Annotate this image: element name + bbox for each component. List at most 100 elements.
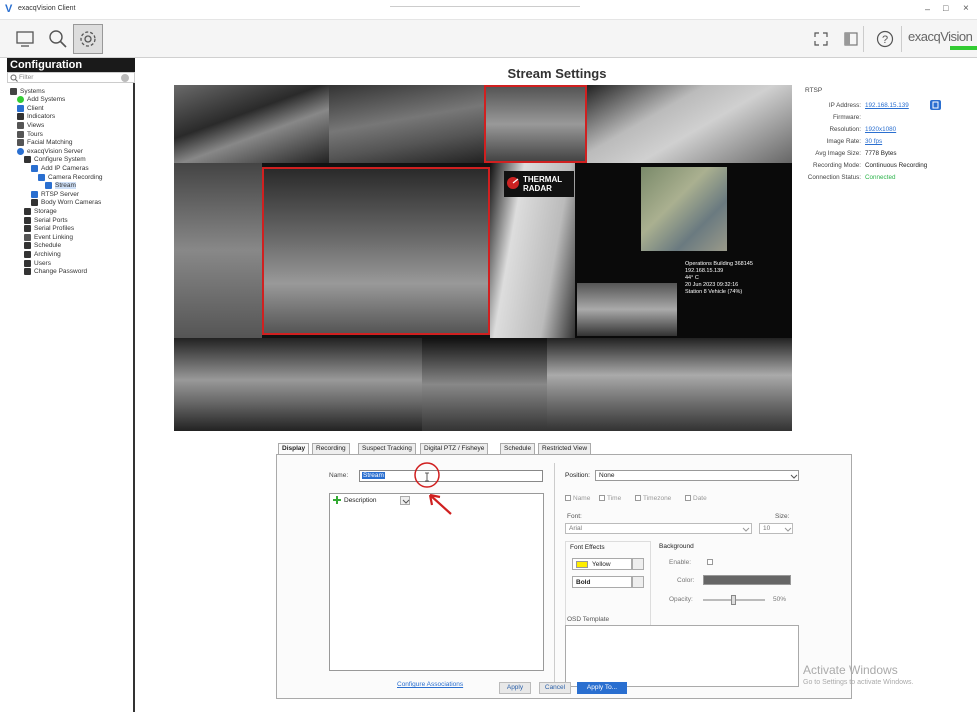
slider-thumb[interactable]	[731, 595, 736, 605]
cancel-button[interactable]: Cancel	[539, 682, 571, 694]
radar-icon	[507, 177, 519, 189]
panel-toggle-button[interactable]	[836, 24, 866, 54]
position-select[interactable]: None	[595, 470, 799, 481]
close-button[interactable]: ×	[963, 3, 969, 14]
font-label: Font:	[567, 513, 582, 520]
tab-schedule[interactable]: Schedule	[500, 443, 536, 454]
sidebar-item[interactable]: Client	[17, 104, 44, 112]
video-preview[interactable]: THERMAL RADAR Operations Building 368145…	[174, 85, 792, 431]
fullscreen-button[interactable]	[806, 24, 836, 54]
sidebar-item[interactable]: RTSP Server	[31, 190, 79, 198]
password-icon	[24, 268, 31, 276]
opacity-slider[interactable]	[703, 595, 765, 605]
rtsp-row: Connection Status: Connected	[803, 174, 896, 181]
rtsp-label: Recording Mode:	[813, 162, 861, 169]
checkbox-name[interactable]: Name	[565, 495, 590, 502]
sidebar-item[interactable]: Add Systems	[17, 96, 65, 104]
font-effects-group: Font Effects Yellow Bold	[565, 541, 651, 627]
osd-template-label: OSD Template	[567, 616, 610, 623]
sidebar-item[interactable]: Change Password	[24, 268, 87, 276]
sidebar-item[interactable]: Tours	[17, 130, 43, 138]
sidebar-item[interactable]: exacqVision Server	[17, 147, 83, 155]
sidebar-item-label: Facial Matching	[27, 139, 73, 147]
rtsp-label: Image Rate:	[826, 138, 861, 145]
style-dropdown[interactable]	[632, 576, 644, 588]
sidebar-item[interactable]: Systems	[10, 87, 45, 95]
sidebar-item-label: Views	[27, 121, 45, 129]
checkbox-time[interactable]: Time	[599, 495, 621, 502]
sidebar-item[interactable]: Event Linking	[24, 233, 73, 241]
font-select[interactable]: Arial	[565, 523, 752, 534]
tab-suspect-tracking[interactable]: Suspect Tracking	[358, 443, 416, 454]
sidebar-item[interactable]: Stream	[45, 182, 76, 190]
checkbox-label: Name	[573, 495, 591, 502]
overlay-checkboxes: Name Time Timezone Date	[565, 495, 795, 505]
brand-text: THERMAL	[523, 175, 563, 184]
sidebar-item[interactable]: Users	[24, 259, 51, 267]
live-view-button[interactable]	[10, 24, 40, 54]
sidebar-item[interactable]: Schedule	[24, 242, 61, 250]
bg-color-swatch[interactable]	[703, 575, 791, 585]
checkbox-date[interactable]: Date	[685, 495, 707, 502]
sidebar-item[interactable]: Camera Recording	[38, 173, 103, 181]
copy-ip-button[interactable]	[930, 100, 941, 110]
minimize-button[interactable]: –	[925, 4, 930, 14]
help-button[interactable]: ?	[870, 24, 900, 54]
camera-tile	[547, 338, 792, 431]
add-icon	[17, 96, 24, 104]
sidebar-item[interactable]: Body Worn Cameras	[31, 199, 101, 207]
thermal-radar-logo: THERMAL RADAR	[504, 171, 574, 197]
configure-associations-link[interactable]: Configure Associations	[397, 681, 463, 688]
clear-filter-icon[interactable]	[121, 74, 129, 82]
enable-checkbox[interactable]	[707, 559, 713, 565]
sidebar-item[interactable]: Serial Ports	[24, 216, 68, 224]
apply-to-button[interactable]: Apply To...	[577, 682, 627, 694]
main-toolbar: ? exacqVision	[0, 20, 977, 58]
sidebar-item-label: Event Linking	[34, 233, 74, 241]
sidebar-header: Configuration	[7, 58, 135, 72]
link-icon	[24, 233, 31, 241]
style-select[interactable]: Bold	[572, 576, 632, 588]
brand-logo: exacqVision	[908, 29, 973, 44]
sidebar-item[interactable]: Indicators	[17, 113, 55, 121]
color-select[interactable]: Yellow	[572, 558, 632, 570]
checkbox-label: Timezone	[643, 495, 672, 502]
checkbox-box[interactable]	[565, 495, 571, 502]
checkbox-timezone[interactable]: Timezone	[635, 495, 671, 502]
add-icon[interactable]	[333, 496, 341, 504]
tab-recording[interactable]: Recording	[312, 443, 350, 454]
checkbox-box[interactable]	[635, 495, 641, 502]
search-button[interactable]	[43, 24, 73, 54]
sidebar-item-label: Indicators	[27, 113, 56, 121]
monitor-icon	[16, 31, 34, 47]
tab-restricted-view[interactable]: Restricted View	[538, 443, 592, 454]
sidebar-item[interactable]: Archiving	[24, 250, 61, 258]
sidebar-item[interactable]: Storage	[24, 207, 57, 215]
rtsp-value: 7778 Bytes	[865, 150, 897, 157]
rtsp-value: Connected	[865, 174, 896, 181]
rtsp-value[interactable]: 30 fps	[865, 138, 882, 145]
rtsp-row: Avg Image Size: 7778 Bytes	[803, 150, 897, 157]
sidebar-item[interactable]: Views	[17, 121, 44, 129]
tab-digital-ptz-fisheye[interactable]: Digital PTZ / Fisheye	[420, 443, 489, 454]
color-dropdown[interactable]	[632, 558, 644, 570]
rtsp-value[interactable]: 192.168.15.139	[865, 102, 909, 109]
filter-box[interactable]: Filter	[7, 72, 135, 83]
checkbox-box[interactable]	[599, 495, 605, 502]
sidebar-item-label: Serial Profiles	[34, 225, 75, 233]
sidebar-item[interactable]: Configure System	[24, 156, 86, 164]
sidebar-item[interactable]: Serial Profiles	[24, 225, 74, 233]
osd-template-textarea[interactable]	[565, 625, 799, 687]
sidebar-item-label: Tours	[27, 130, 43, 138]
sidebar-item[interactable]: Facial Matching	[17, 139, 73, 147]
rtsp-value[interactable]: 1920x1080	[865, 126, 896, 133]
size-select[interactable]: 10	[759, 523, 793, 534]
apply-button[interactable]: Apply	[499, 682, 531, 694]
config-button[interactable]	[73, 24, 103, 54]
checkbox-box[interactable]	[685, 495, 691, 502]
sidebar-item[interactable]: Add IP Cameras	[31, 164, 89, 172]
background-label: Background	[659, 543, 694, 550]
camera-tile	[174, 85, 329, 163]
maximize-button[interactable]: □	[943, 3, 948, 13]
systems-icon	[10, 87, 17, 95]
